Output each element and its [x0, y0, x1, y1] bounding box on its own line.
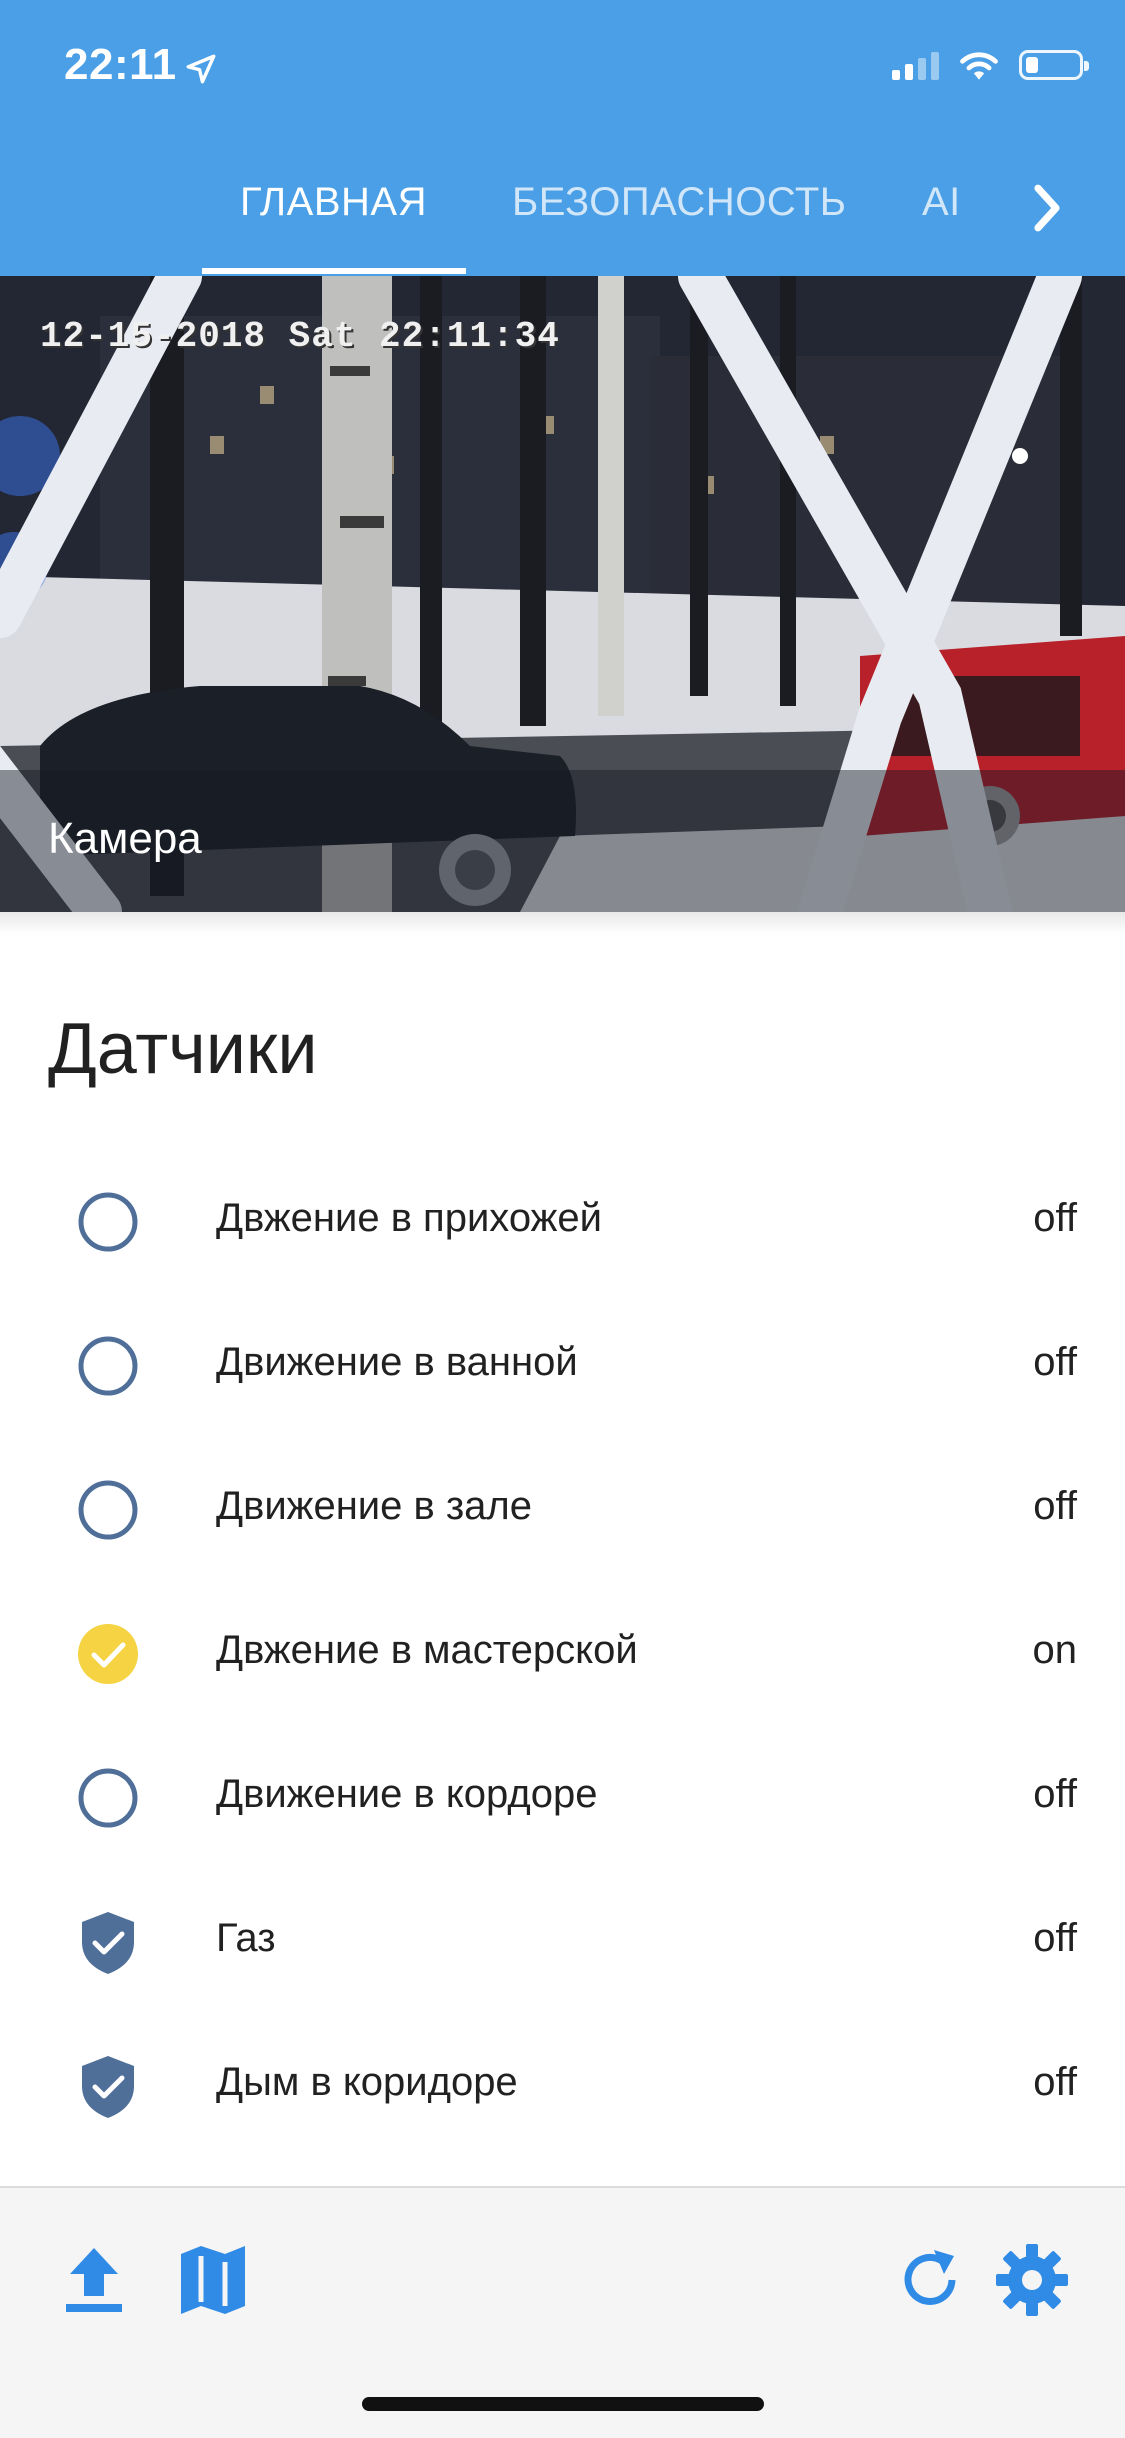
shield-check-icon [82, 2056, 134, 2118]
sensor-row[interactable]: Двжение в прихожей off [0, 1150, 1125, 1294]
wifi-icon [960, 52, 998, 80]
cellular-signal-icon [892, 50, 939, 80]
sensor-row[interactable]: Движение в ванной off [0, 1294, 1125, 1438]
map-icon[interactable] [173, 2240, 253, 2320]
camera-caption: Камера [48, 814, 202, 863]
sensor-state: off [1033, 1484, 1077, 1528]
sensor-row[interactable]: Движение в кордоре off [0, 1726, 1125, 1870]
sensor-state: on [1032, 1628, 1078, 1672]
radio-unchecked-icon [78, 1768, 138, 1828]
sensor-state: off [1033, 1340, 1077, 1384]
status-indicators [892, 48, 1089, 82]
radio-unchecked-icon [78, 1336, 138, 1396]
tab-ai[interactable]: AI [922, 180, 961, 225]
check-circle-icon [78, 1624, 138, 1684]
sensor-state: off [1033, 1916, 1077, 1960]
card-divider [0, 912, 1125, 934]
sensor-label: Газ [216, 1916, 276, 1960]
sensor-row[interactable]: Движение в зале off [0, 1438, 1125, 1582]
sensor-state: off [1033, 2060, 1077, 2104]
sensor-row[interactable]: Газ off [0, 1870, 1125, 2014]
tab-security[interactable]: БЕЗОПАСНОСТЬ [512, 180, 847, 225]
tab-main[interactable]: ГЛАВНАЯ [240, 180, 427, 225]
sensor-label: Двжение в мастерской [216, 1628, 638, 1672]
refresh-icon[interactable] [890, 2240, 970, 2320]
tab-bar: ГЛАВНАЯ БЕЗОПАСНОСТЬ AI [0, 150, 1125, 276]
upload-icon[interactable] [54, 2240, 134, 2320]
home-indicator[interactable] [362, 2397, 764, 2411]
sensor-state: off [1033, 1772, 1077, 1816]
chevron-right-icon[interactable] [1029, 180, 1065, 236]
battery-icon [1019, 50, 1089, 80]
shield-check-icon [82, 1912, 134, 1974]
active-tab-indicator [202, 268, 466, 274]
camera-feed[interactable]: 12-15-2018 Sat 22:11:34 Камера [0, 276, 1125, 912]
radio-unchecked-icon [78, 1480, 138, 1540]
camera-timestamp: 12-15-2018 Sat 22:11:34 [40, 316, 560, 357]
settings-gear-icon[interactable] [992, 2240, 1072, 2320]
sensor-row[interactable]: Двжение в мастерской on [0, 1582, 1125, 1726]
radio-unchecked-icon [78, 1192, 138, 1252]
sensor-state: off [1033, 1196, 1077, 1240]
sensor-row[interactable]: Дым в коридоре off [0, 2014, 1125, 2158]
sensor-label: Движение в зале [216, 1484, 533, 1528]
sensor-label: Движение в кордоре [216, 1772, 598, 1816]
sensors-title: Датчики [48, 1009, 318, 1089]
app-header: 22:11 ГЛАВНАЯ БЕЗОПАСНОСТЬ AI [0, 0, 1125, 276]
status-time: 22:11 [64, 40, 177, 89]
sensor-label: Движение в ванной [216, 1340, 578, 1384]
location-arrow-icon [186, 54, 216, 84]
sensor-label: Двжение в прихожей [216, 1196, 602, 1240]
sensor-label: Дым в коридоре [216, 2060, 518, 2104]
